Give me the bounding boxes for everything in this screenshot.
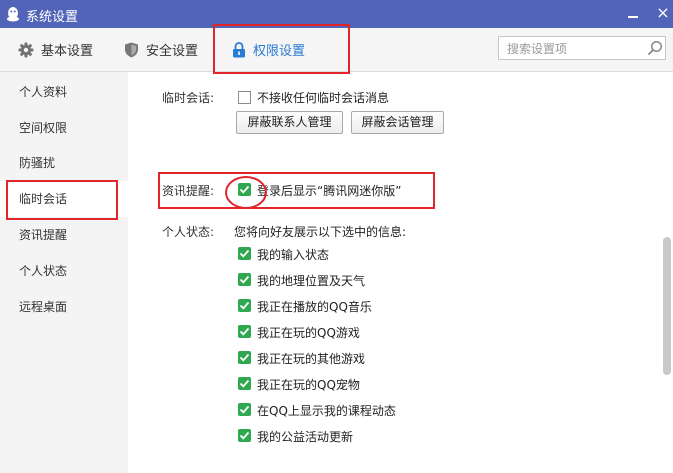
settings-panel: 临时会话: 不接收任何临时会话消息 屏蔽联系人管理 屏蔽会话管理 资讯提醒: 登… [128, 72, 673, 473]
checkmark-icon [239, 301, 250, 310]
shield-icon [125, 42, 138, 57]
status-option-text: 我正在玩的QQ游戏 [257, 326, 360, 340]
highlight-permission-tab [213, 24, 350, 74]
highlight-news-checkbox-circle [225, 176, 267, 209]
close-icon[interactable]: × [655, 3, 671, 23]
status-option-text: 我正在播放的QQ音乐 [257, 300, 372, 314]
highlight-temp-session-item [6, 180, 118, 220]
search-icon[interactable] [647, 40, 663, 56]
status-option-text: 我的地理位置及天气 [257, 274, 366, 288]
sidebar-item-profile[interactable]: 个人资料 [0, 74, 128, 110]
search-input[interactable] [505, 39, 643, 59]
gear-icon [18, 42, 34, 57]
status-option-checkbox[interactable] [238, 351, 251, 364]
personal-status-label: 个人状态: [162, 225, 215, 239]
checkmark-icon [239, 249, 250, 258]
window-title: 系统设置 [26, 10, 79, 25]
status-option-checkbox[interactable] [238, 247, 251, 260]
sidebar-item-personal-status[interactable]: 个人状态 [0, 253, 128, 289]
status-option-checkbox[interactable] [238, 325, 251, 338]
status-option-text: 我正在玩的其他游戏 [257, 352, 366, 366]
status-option-checkbox[interactable] [238, 299, 251, 312]
status-option-text: 我的输入状态 [257, 248, 330, 262]
status-option-checkbox[interactable] [238, 403, 251, 416]
status-option-checkbox[interactable] [238, 377, 251, 390]
checkmark-icon [239, 405, 250, 414]
status-option-checkbox[interactable] [238, 273, 251, 286]
minimize-icon[interactable] [626, 4, 640, 22]
tab-label: 安全设置 [146, 44, 199, 59]
status-option-text: 在QQ上显示我的课程动态 [257, 404, 396, 418]
status-option-text: 我的公益活动更新 [257, 430, 354, 444]
sidebar-item-anti-harassment[interactable]: 防骚扰 [0, 145, 128, 181]
checkmark-icon [239, 353, 250, 362]
highlight-news-reminder-row [158, 172, 435, 209]
block-contacts-manage-button[interactable]: 屏蔽联系人管理 [236, 111, 343, 134]
sidebar: 个人资料 空间权限 防骚扰 临时会话 资讯提醒 个人状态 远程桌面 [0, 72, 128, 473]
tab-security-settings[interactable]: 安全设置 [124, 28, 198, 71]
personal-status-description: 您将向好友展示以下选中的信息: [234, 225, 407, 239]
checkmark-icon [239, 327, 250, 336]
qq-penguin-icon [7, 7, 19, 22]
tab-label: 基本设置 [41, 44, 94, 59]
tab-basic-settings[interactable]: 基本设置 [18, 28, 93, 71]
sidebar-item-news-reminder[interactable]: 资讯提醒 [0, 217, 128, 253]
sidebar-item-space-permission[interactable]: 空间权限 [0, 110, 128, 146]
checkmark-icon [239, 431, 250, 440]
checkmark-icon [239, 379, 250, 388]
reject-temp-session-text: 不接收任何临时会话消息 [257, 91, 390, 105]
reject-temp-session-checkbox[interactable] [238, 91, 251, 104]
status-option-text: 我正在玩的QQ宠物 [257, 378, 360, 392]
search-box [498, 36, 666, 60]
block-sessions-manage-button[interactable]: 屏蔽会话管理 [351, 111, 444, 134]
scrollbar-thumb[interactable] [663, 237, 671, 375]
sidebar-item-remote-desktop[interactable]: 远程桌面 [0, 289, 128, 325]
status-option-checkbox[interactable] [238, 429, 251, 442]
temp-session-label: 临时会话: [162, 91, 215, 105]
checkmark-icon [239, 275, 250, 284]
